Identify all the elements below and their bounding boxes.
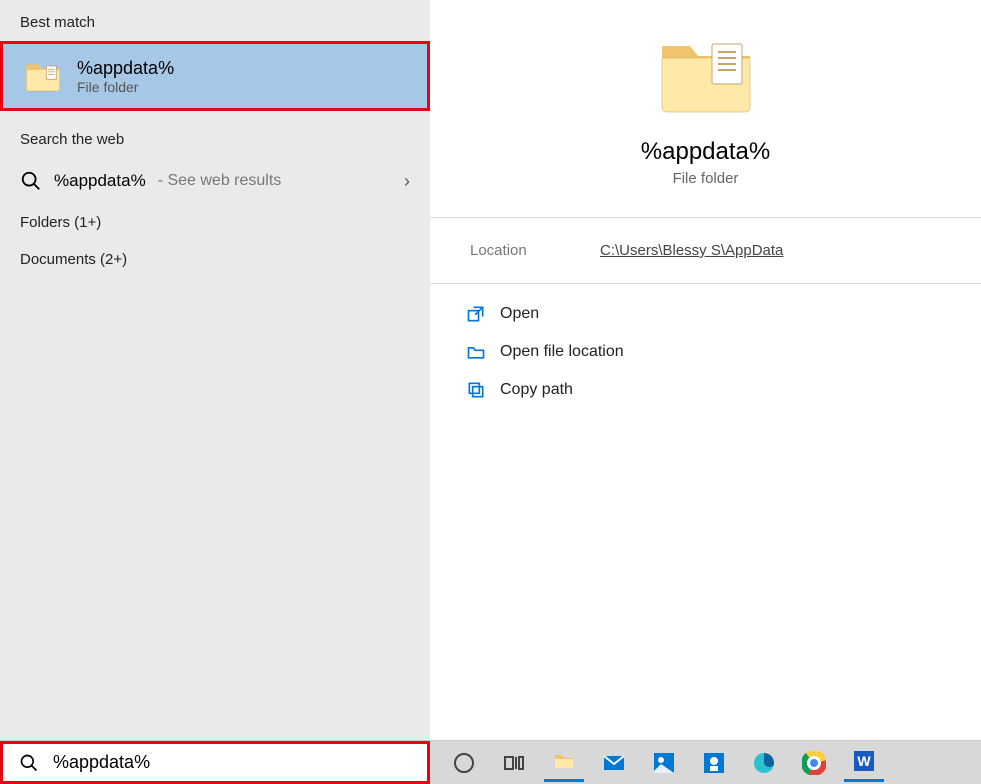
chrome-icon[interactable] [794, 744, 834, 782]
category-folders[interactable]: Folders (1+) [0, 204, 430, 241]
location-path[interactable]: C:\Users\Blessy S\AppData [600, 242, 783, 259]
open-icon [466, 304, 486, 324]
search-icon [19, 753, 39, 773]
best-match-heading: Best match [0, 10, 430, 41]
photos-icon[interactable] [644, 744, 684, 782]
search-web-heading: Search the web [0, 111, 430, 158]
action-label: Open file location [500, 343, 624, 361]
web-search-term: %appdata% [54, 171, 146, 191]
search-web-row[interactable]: %appdata% - See web results › [0, 158, 430, 204]
detail-title: %appdata% [641, 138, 770, 166]
edge-icon[interactable] [744, 744, 784, 782]
cortana-icon[interactable] [444, 744, 484, 782]
action-open[interactable]: Open [466, 304, 945, 324]
search-box[interactable] [0, 741, 430, 784]
web-search-suffix: - See web results [158, 172, 282, 190]
detail-subtitle: File folder [673, 170, 739, 187]
best-match-result[interactable]: %appdata% File folder [0, 41, 430, 111]
folder-icon [23, 56, 63, 96]
folder-open-icon [466, 342, 486, 362]
folder-icon [656, 30, 756, 120]
search-input[interactable] [53, 752, 411, 773]
best-match-title: %appdata% [77, 58, 174, 79]
taskbar-row: W [0, 740, 981, 784]
action-open-file-location[interactable]: Open file location [466, 342, 945, 362]
feedback-icon[interactable] [694, 744, 734, 782]
file-explorer-icon[interactable] [544, 744, 584, 782]
location-label: Location [470, 242, 600, 259]
best-match-subtitle: File folder [77, 79, 174, 95]
taskbar: W [430, 741, 981, 784]
svg-text:W: W [857, 753, 871, 769]
detail-pane: %appdata% File folder Location C:\Users\… [430, 0, 981, 740]
task-view-icon[interactable] [494, 744, 534, 782]
mail-icon[interactable] [594, 744, 634, 782]
action-label: Open [500, 305, 539, 323]
search-results-pane: Best match %appdata% File folder Search … [0, 0, 430, 740]
action-label: Copy path [500, 381, 573, 399]
chevron-right-icon: › [404, 171, 410, 192]
copy-icon [466, 380, 486, 400]
action-copy-path[interactable]: Copy path [466, 380, 945, 400]
search-icon [20, 170, 42, 192]
category-documents[interactable]: Documents (2+) [0, 241, 430, 278]
word-icon[interactable]: W [844, 744, 884, 782]
